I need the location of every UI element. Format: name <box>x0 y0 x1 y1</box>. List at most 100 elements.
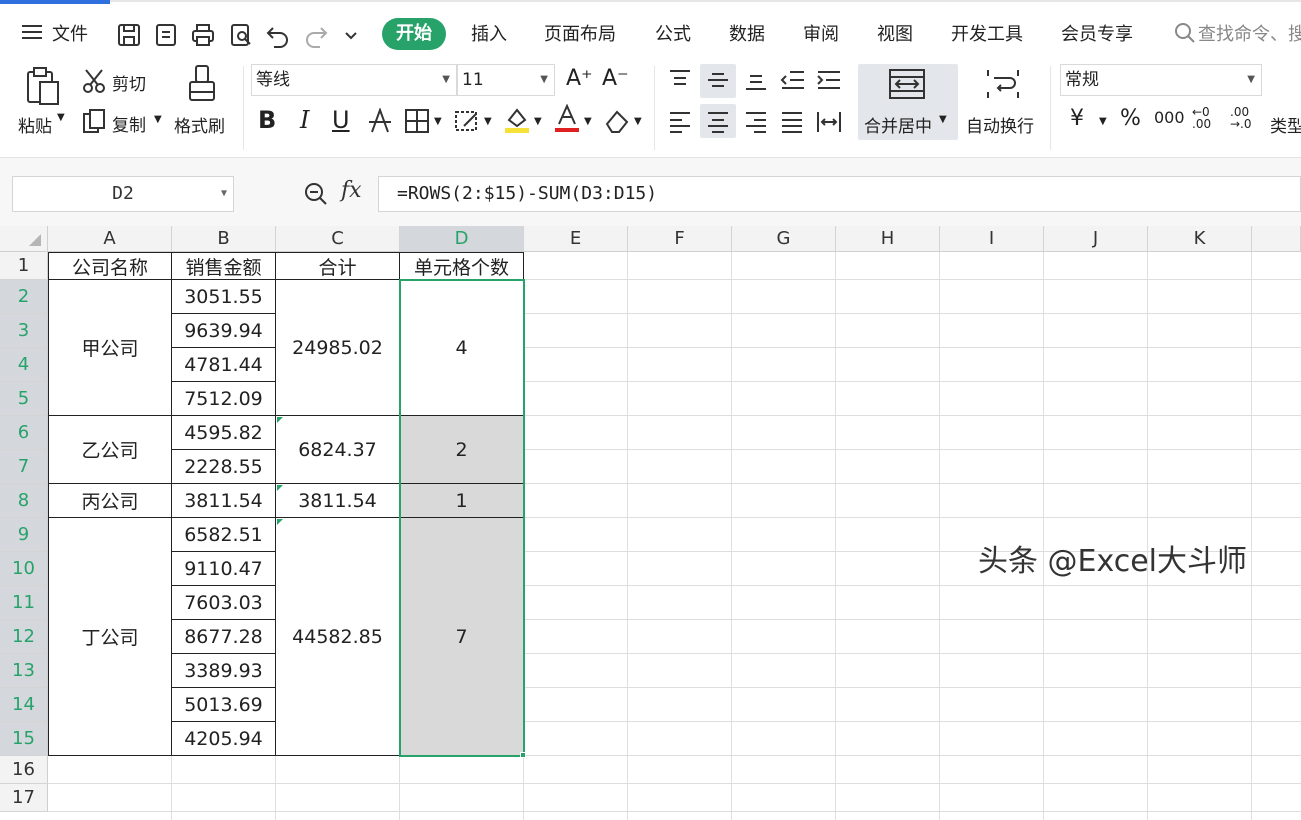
row-header-13[interactable]: 13 <box>0 654 48 688</box>
sales-amount-cell[interactable]: 8677.28 <box>172 620 276 654</box>
total-cell[interactable]: 44582.85 <box>276 518 400 756</box>
number-format-select[interactable]: 常规 ▼ <box>1060 64 1262 96</box>
justify-icon[interactable] <box>780 110 804 138</box>
align-middle-icon[interactable] <box>706 68 730 96</box>
clear-dropdown-icon[interactable]: ▼ <box>634 116 642 127</box>
column-header-b[interactable]: B <box>172 226 276 252</box>
header-cell[interactable]: 销售金额 <box>172 252 276 280</box>
sales-amount-cell[interactable]: 3389.93 <box>172 654 276 688</box>
paste-dropdown-icon[interactable]: ▼ <box>57 112 65 123</box>
sales-amount-cell[interactable]: 6582.51 <box>172 518 276 552</box>
sales-amount-cell[interactable]: 4595.82 <box>172 416 276 450</box>
row-header-15[interactable]: 15 <box>0 722 48 756</box>
fill-color-icon[interactable] <box>504 106 530 138</box>
row-header-9[interactable]: 9 <box>0 518 48 552</box>
type-convert-button[interactable]: 类型 <box>1270 112 1301 137</box>
scissors-icon[interactable] <box>82 68 106 98</box>
fill-color-dropdown-icon[interactable]: ▼ <box>534 116 542 127</box>
tab-insert[interactable]: 插入 <box>471 20 507 46</box>
tab-data[interactable]: 数据 <box>729 20 765 46</box>
copy-dropdown-icon[interactable]: ▼ <box>154 114 162 125</box>
tab-home[interactable]: 开始 <box>382 18 446 50</box>
column-header-k[interactable]: K <box>1148 226 1252 252</box>
align-right-icon[interactable] <box>744 110 768 138</box>
font-color-dropdown-icon[interactable]: ▼ <box>584 116 592 127</box>
row-header-8[interactable]: 8 <box>0 484 48 518</box>
row-header-14[interactable]: 14 <box>0 688 48 722</box>
row-header-4[interactable]: 4 <box>0 348 48 382</box>
percent-button[interactable]: % <box>1120 106 1141 131</box>
company-name-cell[interactable]: 乙公司 <box>48 416 172 484</box>
sales-amount-cell[interactable]: 4205.94 <box>172 722 276 756</box>
header-cell[interactable]: 公司名称 <box>48 252 172 280</box>
cell-count[interactable]: 1 <box>400 484 524 518</box>
redo-icon[interactable] <box>303 22 329 48</box>
fx-button[interactable]: fx <box>341 178 362 203</box>
tab-review[interactable]: 审阅 <box>803 20 839 46</box>
hamburger-menu-icon[interactable] <box>22 24 42 40</box>
column-header-e[interactable]: E <box>524 226 628 252</box>
menu-file[interactable]: 文件 <box>52 20 88 46</box>
currency-dropdown-icon[interactable]: ▼ <box>1099 116 1107 127</box>
cut-button[interactable]: 剪切 <box>112 70 146 95</box>
format-painter-button[interactable]: 格式刷 <box>174 112 225 137</box>
column-header-c[interactable]: C <box>276 226 400 252</box>
tab-developer[interactable]: 开发工具 <box>951 20 1023 46</box>
italic-button[interactable]: I <box>300 106 309 134</box>
sales-amount-cell[interactable]: 3811.54 <box>172 484 276 518</box>
strikethrough-icon[interactable] <box>368 107 392 138</box>
row-header-2[interactable]: 2 <box>0 280 48 314</box>
cell-count[interactable]: 7 <box>400 518 524 756</box>
merge-cells-icon[interactable] <box>888 68 926 104</box>
row-header-7[interactable]: 7 <box>0 450 48 484</box>
formula-input[interactable]: =ROWS(2:$15)-SUM(D3:D15) <box>378 176 1301 212</box>
tab-view[interactable]: 视图 <box>877 20 913 46</box>
currency-button[interactable]: ¥ <box>1070 106 1084 131</box>
decrease-indent-icon[interactable] <box>780 68 806 96</box>
decrease-decimal-icon[interactable]: .00 →.0 <box>1230 106 1252 130</box>
print-preview-icon[interactable] <box>228 22 254 48</box>
sales-amount-cell[interactable]: 7603.03 <box>172 586 276 620</box>
sales-amount-cell[interactable]: 5013.69 <box>172 688 276 722</box>
distribute-icon[interactable] <box>816 110 842 138</box>
row-header-11[interactable]: 11 <box>0 586 48 620</box>
wrap-text-icon[interactable] <box>986 68 1020 104</box>
tab-member[interactable]: 会员专享 <box>1061 20 1133 46</box>
cell-count[interactable]: 4 <box>400 280 524 416</box>
decrease-font-icon[interactable]: A⁻ <box>602 66 629 91</box>
column-header-j[interactable]: J <box>1044 226 1148 252</box>
row-header-1[interactable]: 1 <box>0 252 48 280</box>
column-header-a[interactable]: A <box>48 226 172 252</box>
align-top-icon[interactable] <box>668 68 692 96</box>
merge-dropdown-icon[interactable]: ▼ <box>939 114 947 125</box>
format-painter-icon[interactable] <box>186 64 218 108</box>
column-header-h[interactable]: H <box>836 226 940 252</box>
sales-amount-cell[interactable]: 9639.94 <box>172 314 276 348</box>
sales-amount-cell[interactable]: 9110.47 <box>172 552 276 586</box>
thousands-separator-button[interactable]: 000 <box>1154 108 1185 127</box>
column-header-g[interactable]: G <box>732 226 836 252</box>
paste-icon[interactable] <box>22 66 62 110</box>
total-cell[interactable]: 24985.02 <box>276 280 400 416</box>
sales-amount-cell[interactable]: 7512.09 <box>172 382 276 416</box>
company-name-cell[interactable]: 丁公司 <box>48 518 172 756</box>
bold-button[interactable]: B <box>258 106 276 134</box>
wrap-text-button[interactable]: 自动换行 <box>966 112 1034 137</box>
total-cell[interactable]: 3811.54 <box>276 484 400 518</box>
cell-count[interactable]: 2 <box>400 416 524 484</box>
fill-handle[interactable] <box>520 752 526 758</box>
column-header-d[interactable]: D <box>400 226 524 252</box>
font-color-icon[interactable] <box>554 103 580 138</box>
column-header-i[interactable]: I <box>940 226 1044 252</box>
row-header-10[interactable]: 10 <box>0 552 48 586</box>
borders-icon[interactable] <box>404 108 430 138</box>
export-pdf-icon[interactable] <box>153 22 179 48</box>
total-cell[interactable]: 6824.37 <box>276 416 400 484</box>
increase-font-icon[interactable]: A⁺ <box>566 66 593 91</box>
eraser-icon[interactable] <box>604 108 630 138</box>
cell-style-icon[interactable] <box>454 108 480 138</box>
zoom-search-icon[interactable] <box>304 182 328 210</box>
row-header-6[interactable]: 6 <box>0 416 48 450</box>
search-icon[interactable] <box>1174 22 1196 48</box>
align-left-icon[interactable] <box>668 110 692 138</box>
